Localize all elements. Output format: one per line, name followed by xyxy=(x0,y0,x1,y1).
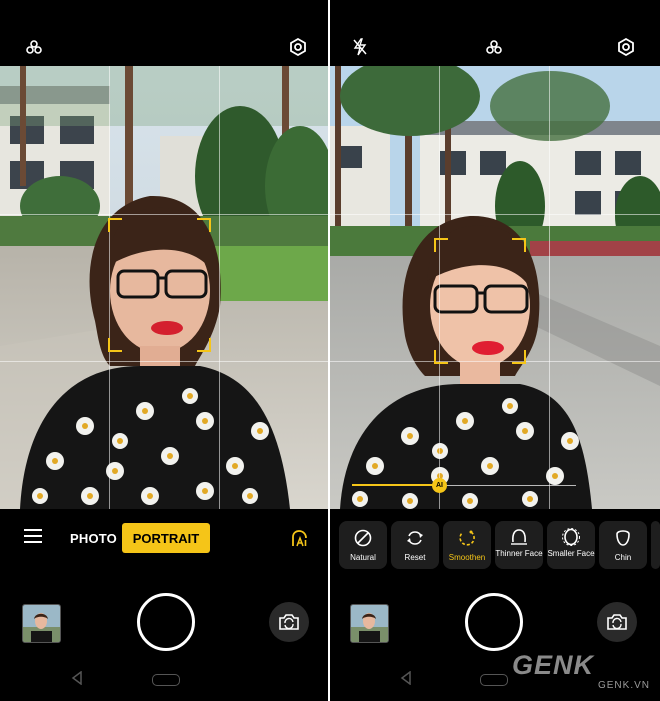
beauty-option-natural[interactable]: Natural xyxy=(339,521,387,569)
mode-portrait[interactable]: PORTRAIT xyxy=(122,523,210,553)
face-focus-box xyxy=(434,238,526,364)
grid-line xyxy=(330,214,660,215)
camera-screen-portrait: PHOTO PORTRAIT xyxy=(0,0,328,701)
mode-bar: PHOTO PORTRAIT xyxy=(0,509,328,571)
filter-icon[interactable] xyxy=(483,36,505,58)
flash-off-icon[interactable] xyxy=(349,36,371,58)
bottom-controls xyxy=(0,571,328,701)
face-focus-box xyxy=(108,218,211,352)
gallery-thumbnail[interactable] xyxy=(22,604,61,643)
nav-home-icon[interactable] xyxy=(480,674,508,686)
viewfinder[interactable]: AI xyxy=(330,66,660,509)
filter-icon[interactable] xyxy=(23,36,45,58)
beauty-option-label: Smaller Face xyxy=(547,549,595,558)
beauty-option-reset[interactable]: Reset xyxy=(391,521,439,569)
smoothen-icon xyxy=(459,530,475,546)
beauty-option-more[interactable] xyxy=(651,521,660,569)
natural-icon xyxy=(354,529,372,547)
slider-ai-badge: AI xyxy=(436,482,443,489)
shutter-button[interactable] xyxy=(137,593,195,651)
nav-back-icon[interactable] xyxy=(400,671,412,685)
beauty-option-label: Natural xyxy=(350,553,376,562)
beauty-option-chin[interactable]: Chin xyxy=(599,521,647,569)
beauty-level-slider[interactable]: AI xyxy=(352,478,576,494)
beauty-options-row: Natural Reset Smoothen Thinner Face Smal… xyxy=(338,521,660,569)
watermark-brand: GENK xyxy=(512,650,595,680)
nav-back-icon[interactable] xyxy=(71,671,83,685)
beauty-option-label: Smoothen xyxy=(448,553,486,562)
settings-icon[interactable] xyxy=(287,36,309,58)
beauty-option-label: Reset xyxy=(404,553,426,562)
smaller-face-icon xyxy=(562,528,580,546)
ai-beauty-icon[interactable] xyxy=(290,530,308,548)
shutter-button[interactable] xyxy=(465,593,523,651)
slider-fill xyxy=(352,484,438,486)
chin-icon xyxy=(616,530,630,546)
genk-watermark: GENK GENK.VN xyxy=(512,650,652,694)
camera-screen-beauty: AI Natural Reset Smoothen Thinner Face S… xyxy=(330,0,660,701)
grid-line xyxy=(549,66,550,509)
nav-home-icon[interactable] xyxy=(152,674,180,686)
slider-handle[interactable]: AI xyxy=(432,478,447,493)
reset-icon xyxy=(407,531,423,545)
switch-camera-icon[interactable] xyxy=(597,602,637,642)
menu-icon[interactable] xyxy=(24,529,42,545)
gallery-thumbnail[interactable] xyxy=(350,604,389,643)
beauty-option-smaller-face[interactable]: Smaller Face xyxy=(547,521,595,569)
beauty-option-smoothen[interactable]: Smoothen xyxy=(443,521,491,569)
top-bar xyxy=(0,0,328,66)
beauty-option-thinner-face[interactable]: Thinner Face xyxy=(495,521,543,569)
switch-camera-icon[interactable] xyxy=(269,602,309,642)
grid-line xyxy=(0,214,328,215)
beauty-option-label: Chin xyxy=(614,553,632,562)
settings-icon[interactable] xyxy=(615,36,637,58)
top-bar xyxy=(330,0,660,66)
beauty-option-label: Thinner Face xyxy=(495,549,543,558)
mode-photo[interactable]: PHOTO xyxy=(70,531,117,546)
viewfinder[interactable] xyxy=(0,66,328,509)
watermark-site: GENK.VN xyxy=(597,680,650,691)
grid-line xyxy=(219,66,220,509)
thinner-face-icon xyxy=(511,529,527,545)
grid-line xyxy=(0,361,328,362)
